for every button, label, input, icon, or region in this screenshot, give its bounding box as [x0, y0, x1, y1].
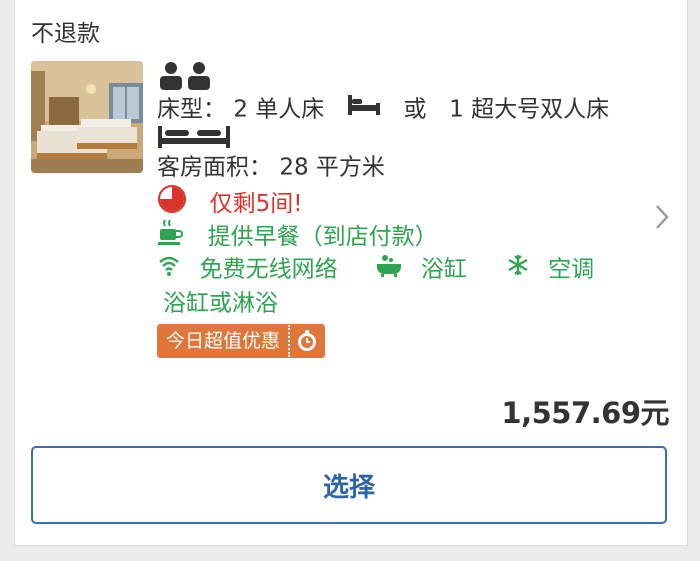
king-bed-icon: [158, 126, 230, 148]
room-price: 1,557.69元: [501, 396, 669, 430]
amenity-bathtub-label: 浴缸: [420, 256, 467, 283]
deal-timer-icon: [288, 325, 325, 357]
bed-type-row: 床型： 2 单人床 或 1 超大号双人床: [157, 92, 647, 126]
select-room-button[interactable]: 选择: [31, 446, 667, 524]
scarcity-text: 仅剩5间!: [209, 191, 303, 217]
room-area-value: 28 平方米: [279, 154, 385, 181]
bed-or-text: 或: [403, 96, 427, 123]
bed-option-2: 1 超大号双人床: [449, 96, 610, 123]
snowflake-icon: [506, 253, 530, 287]
bed-2-icon-row: [157, 124, 647, 150]
single-bed-icon: [347, 93, 381, 127]
breakfast-row: 提供早餐（到店付款）: [157, 218, 647, 252]
cancellation-policy: 不退款: [31, 21, 100, 47]
amenity-wifi-label: 免费无线网络: [199, 256, 338, 283]
deal-badge-text: 今日超值优惠: [158, 325, 289, 357]
coffee-cup-icon: [157, 218, 185, 256]
room-area-label: 客房面积：: [157, 154, 272, 181]
room-area-row: 客房面积： 28 平方米: [157, 150, 647, 184]
deal-badge: 今日超值优惠: [157, 324, 326, 358]
amenity-extra-label: 浴缸或淋浴: [163, 290, 278, 317]
bed-type-label: 床型：: [157, 96, 226, 123]
amenity-ac-label: 空调: [548, 256, 595, 283]
bed-option-1: 2 单人床: [233, 96, 325, 123]
room-offer-card[interactable]: 不退款 床型： 2 单人床 或 1 超大号双人床 客房面积： 28 平方米 仅剩…: [14, 0, 688, 546]
breakfast-text: 提供早餐（到店付款）: [207, 224, 438, 250]
scarcity-row: 仅剩5间!: [157, 184, 647, 218]
chevron-right-icon[interactable]: [655, 204, 669, 234]
wifi-icon: [157, 253, 181, 287]
amenity-extra-row: 浴缸或淋浴: [157, 286, 647, 320]
room-photo[interactable]: [31, 61, 143, 173]
guest-capacity: [157, 58, 647, 92]
room-photo-image: [31, 61, 143, 173]
two-person-icon: [160, 62, 210, 90]
bathtub-icon: [376, 253, 402, 287]
room-info: 床型： 2 单人床 或 1 超大号双人床 客房面积： 28 平方米 仅剩5间! …: [157, 58, 647, 358]
amenities-row: 免费无线网络 浴缸 空调: [157, 252, 647, 286]
